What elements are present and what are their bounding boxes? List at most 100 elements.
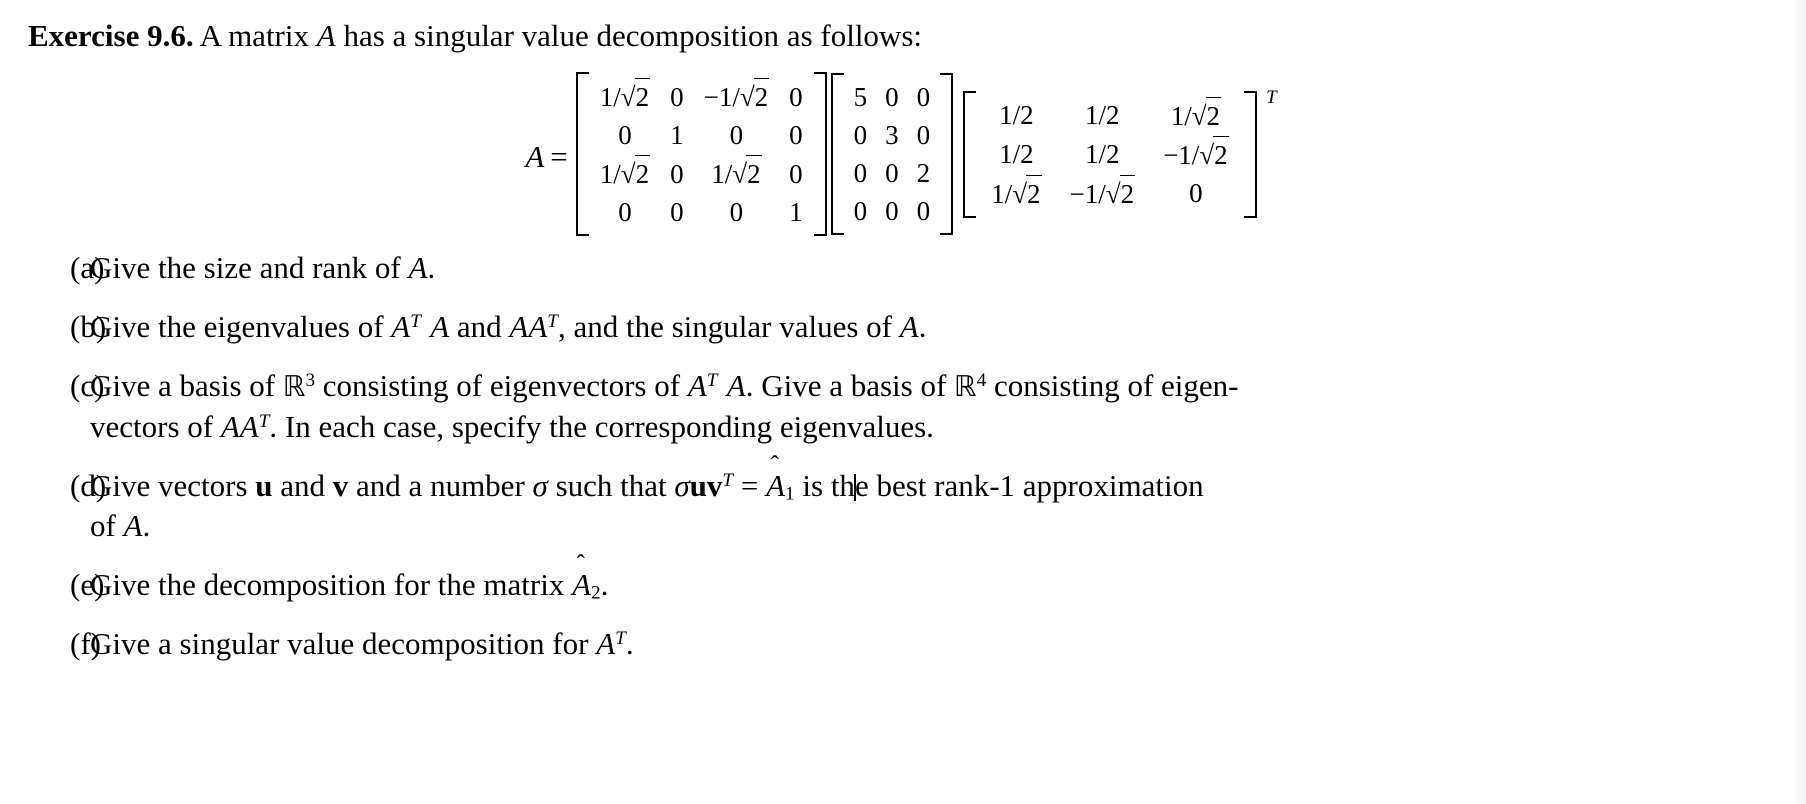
matrix-cell: 0 [670,158,684,189]
problem-item: (c) Give a basis of ℝ3 consisting of eige… [28,366,1788,447]
matrix-row: 1/√2 0 1/√2 0 [590,154,813,193]
matrix-Sigma: 500030002000 [830,73,954,235]
transpose-superscript: T [615,628,626,650]
math-italic-var: A [596,626,616,661]
hat-accent-icon: ˆ [770,451,779,479]
problem-item-body: Give the decomposition for the matrix ˆA… [90,550,1788,605]
equation-lhs: A [525,138,545,174]
problem-item-line: Give the size and rank of A. [90,248,1788,288]
transpose-superscript: T [258,411,270,433]
static-text: and a number [348,468,533,503]
matrix-row: 1/√2 −1/√2 0 [977,174,1242,213]
matrix-cell: −1/√2 [1149,135,1243,174]
matrix-Sigma-grid: 500030002000 [845,78,940,230]
static-text: such that [547,468,675,503]
static-text: of [90,508,124,543]
exponent: 4 [976,370,987,392]
matrix-row: 500 [845,78,940,116]
matrix-row: 030 [845,116,940,154]
matrix-V-grid: 1/2 1/2 1/√2 1/2 1/2 −1/√2 1/√2 −1/√2 0 [977,96,1242,213]
matrix-cell: 5 [853,82,868,112]
static-text: . [625,626,634,661]
problem-item-line: Give the eigenvalues of AT A and AAT, and… [90,307,1788,347]
svd-equation: A = 1/√2 0 −1/√2 0 0 1 0 0 1/√2 0 1/√2 0 0 0 0 1 500030… [0,72,1806,241]
math-italic-var: A [726,368,746,403]
problem-item: (b) Give the eigenvalues of AT A and AAT, … [28,307,1788,347]
matrix-cell: 0 [916,196,931,226]
matrix-row: 000 [845,192,940,230]
problem-item-marker: (e) [70,567,105,602]
radical: √2 [621,155,651,192]
problem-item: (a) Give the size and rank of A. [28,248,1788,288]
matrix-cell: 0 [789,120,803,150]
math-italic-var: AA [220,409,259,444]
matrix-V: 1/2 1/2 1/√2 1/2 1/2 −1/√2 1/√2 −1/√2 0 [963,90,1258,218]
subscript-index: 2 [591,582,601,604]
blackboard-bold-R: ℝ [954,370,977,403]
matrix-cell: 0 [1189,178,1203,208]
problem-item-body: Give a singular value decomposition for … [90,624,1788,664]
transpose-superscript: T [547,311,558,333]
math-var-with-superscript: AT [391,309,421,344]
matrix-U: 1/√2 0 −1/√2 0 0 1 0 0 1/√2 0 1/√2 0 0 0 0 1 [575,72,827,236]
sigma-symbol: σ [532,468,548,503]
math-italic-var: AA [509,309,548,344]
transpose-superscript: T [722,470,734,492]
matrix-cell: 0 [618,120,632,150]
math-var-with-superscript: AT [688,368,718,403]
static-text: Give a basis of [90,368,283,403]
matrix-cell: 0 [729,197,744,227]
matrix-cell: 0 [729,120,744,150]
matrix-cell: 2 [916,158,931,188]
math-italic-var: A [430,309,450,344]
matrix-cell: −1/√2 [1056,174,1150,213]
matrix-row: 0 0 0 1 [590,193,813,231]
matrix-cell: 0 [789,81,803,112]
matrix-Sigma-wrapper: 500030002000 [830,73,954,240]
matrix-cell: 1/2 [1085,100,1120,130]
static-text: , and the singular values of [557,309,900,344]
radical: √2 [1012,174,1042,212]
problem-item-marker: (d) [70,468,107,503]
exercise-heading: Exercise 9.6. A matrix A has a singular … [28,16,922,56]
blackboard-bold-R: ℝ [282,370,306,403]
static-text: . In each case, specify the correspondin… [269,409,934,444]
static-text: . [142,508,151,543]
static-text: . [427,250,436,285]
radical: √2 [1199,135,1229,173]
problem-item-line: vectors of AAT. In each case, specify th… [90,407,1788,447]
problem-item-body: Give the eigenvalues of AT A and AAT, and… [90,307,1788,347]
sigma-symbol: σ [674,468,690,503]
hat-A: ˆA [572,550,592,602]
radical: √2 [740,78,770,115]
static-text: Give vectors [90,468,256,503]
radical: √2 [732,155,762,192]
matrix-cell: 0 [789,158,803,189]
static-text: Give the decomposition for the matrix [90,567,573,602]
matrix-cell: 0 [853,196,868,226]
radical: √2 [1106,174,1136,212]
matrix-cell: 0 [853,120,868,150]
problem-item-marker: (a) [70,250,105,285]
problem-item: (f) Give a singular value decomposition f… [28,624,1788,664]
matrix-row: 1/2 1/2 −1/√2 [977,135,1242,174]
matrix-cell: 1/2 [999,100,1034,130]
matrix-row: 1/2 1/2 1/√2 [977,96,1242,135]
problem-item-line: of A. [90,506,1788,546]
static-text: and [449,309,510,344]
problem-item-body: Give vectors u and v and a number σ such… [90,451,1788,546]
matrix-cell: 0 [853,158,868,188]
problem-item-body: Give the size and rank of A. [90,248,1788,288]
matrix-cell: 0 [916,120,931,150]
radical: √2 [621,78,651,115]
math-italic-var: A [391,309,411,344]
matrix-V-wrapper: 1/2 1/2 1/√2 1/2 1/2 −1/√2 1/√2 −1/√2 0 T [963,87,1277,223]
static-text: . [600,567,609,602]
approximation-matrix-symbol: ˆ A1 [766,451,795,504]
matrix-row: 0 1 0 0 [590,116,813,154]
matrix-cell: 0 [618,197,632,227]
hat-A: ˆA [766,451,786,503]
problem-item-marker: (f) [70,626,101,661]
matrix-row: 1/√2 0 −1/√2 0 [590,77,813,116]
matrix-cell: 1/√2 [694,154,780,193]
